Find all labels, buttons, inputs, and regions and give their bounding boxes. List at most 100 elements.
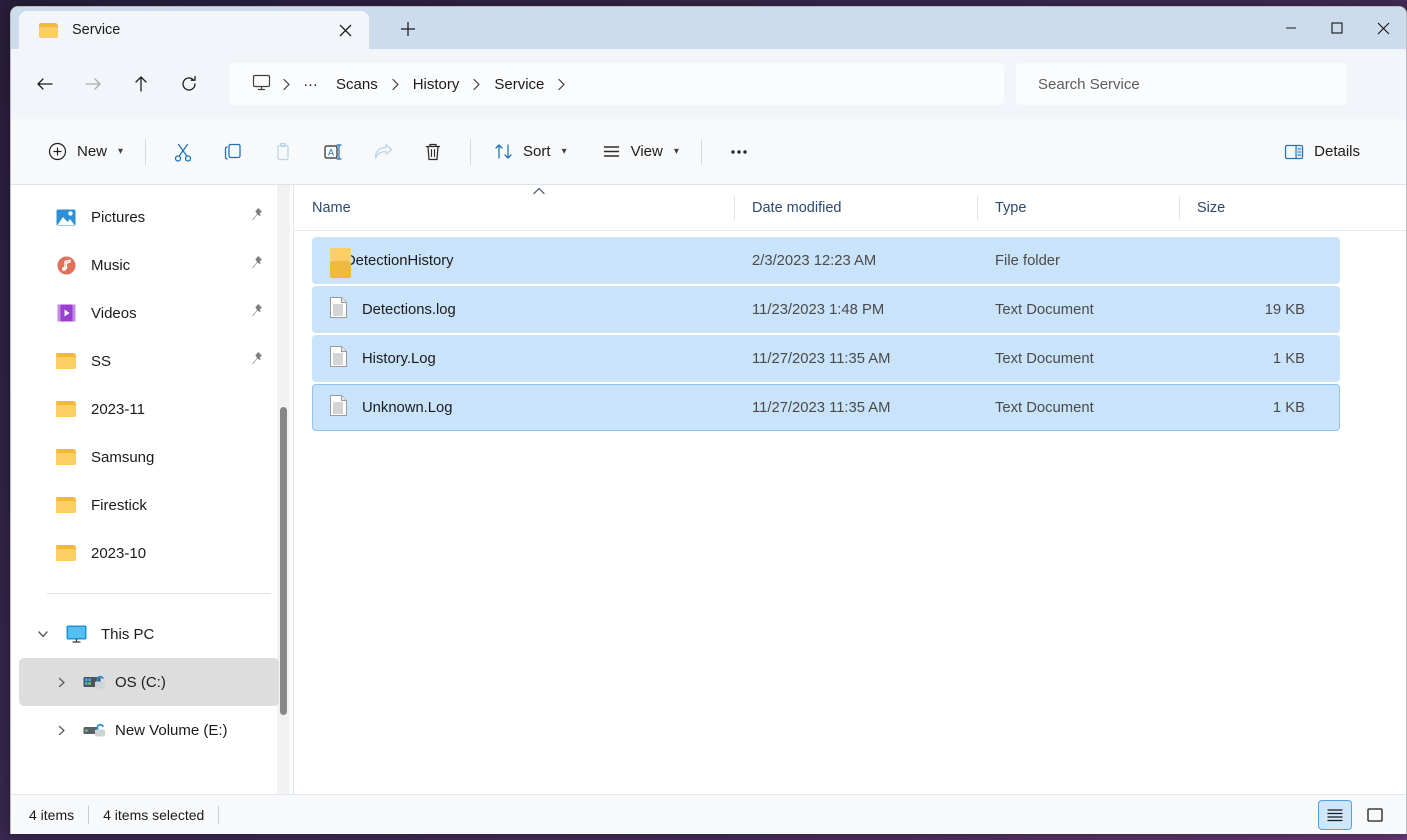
column-header-name[interactable]: Name bbox=[294, 185, 734, 231]
sidebar-item-firestick[interactable]: Firestick bbox=[19, 481, 279, 529]
forward-button[interactable] bbox=[73, 64, 113, 104]
file-type: Text Document bbox=[995, 301, 1094, 318]
pin-icon[interactable] bbox=[249, 351, 263, 371]
copy-button[interactable] bbox=[208, 132, 258, 172]
chevron-down-icon: ▾ bbox=[673, 146, 679, 157]
file-name: Detections.log bbox=[362, 301, 456, 318]
status-divider bbox=[88, 805, 90, 824]
sidebar-item-os-c[interactable]: OS (C:) bbox=[19, 658, 279, 706]
toolbar-divider bbox=[470, 138, 472, 165]
file-date-modified: 11/27/2023 11:35 AM bbox=[752, 350, 891, 367]
ellipsis-icon bbox=[731, 149, 747, 154]
up-button[interactable] bbox=[121, 64, 161, 104]
file-date-modified: 11/27/2023 11:35 AM bbox=[752, 399, 891, 416]
new-tab-button[interactable] bbox=[391, 12, 425, 46]
sidebar-scrollbar-thumb[interactable] bbox=[280, 407, 287, 715]
rename-button[interactable]: A bbox=[308, 132, 358, 172]
command-toolbar: New ▾ A Sort ▾ View ▾ Details bbox=[11, 119, 1406, 185]
tab-service[interactable]: Service bbox=[19, 11, 369, 49]
table-row[interactable]: History.Log 11/27/2023 11:35 AM Text Doc… bbox=[312, 335, 1340, 382]
folder-icon bbox=[39, 22, 58, 38]
sidebar-item-pictures[interactable]: Pictures bbox=[19, 193, 279, 241]
sidebar-item-label: Music bbox=[91, 256, 131, 274]
sort-button[interactable]: Sort ▾ bbox=[483, 132, 577, 172]
new-button[interactable]: New ▾ bbox=[37, 132, 133, 172]
sidebar-item-2023-11[interactable]: 2023-11 bbox=[19, 385, 279, 433]
table-row[interactable]: Detections.log 11/23/2023 1:48 PM Text D… bbox=[312, 286, 1340, 333]
pin-icon[interactable] bbox=[249, 207, 263, 227]
details-pane-label: Details bbox=[1314, 143, 1360, 160]
sidebar-item-label: SS bbox=[91, 352, 112, 370]
close-tab-icon[interactable] bbox=[331, 16, 359, 44]
breadcrumb-separator bbox=[468, 78, 485, 91]
breadcrumb-item-service[interactable]: Service bbox=[485, 72, 553, 97]
sidebar-item-ss[interactable]: SS bbox=[19, 337, 279, 385]
refresh-button[interactable] bbox=[169, 64, 209, 104]
breadcrumb-separator bbox=[278, 78, 295, 91]
details-pane-button[interactable]: Details bbox=[1273, 132, 1370, 172]
search-input[interactable]: Search Service bbox=[1016, 63, 1346, 105]
title-bar: Service bbox=[11, 7, 1406, 49]
column-header-type[interactable]: Type bbox=[977, 185, 1179, 231]
file-size: 19 KB bbox=[1264, 301, 1305, 318]
breadcrumb-separator[interactable] bbox=[553, 78, 570, 91]
file-date-modified: 2/3/2023 12:23 AM bbox=[752, 252, 877, 269]
paste-button[interactable] bbox=[258, 132, 308, 172]
large-icons-view-toggle[interactable] bbox=[1358, 800, 1392, 830]
table-row[interactable]: Unknown.Log 11/27/2023 11:35 AM Text Doc… bbox=[312, 384, 1340, 431]
back-button[interactable] bbox=[25, 64, 65, 104]
window-controls bbox=[1268, 7, 1406, 49]
view-button[interactable]: View ▾ bbox=[591, 132, 689, 172]
sidebar-item-videos[interactable]: Videos bbox=[19, 289, 279, 337]
chevron-down-icon: ▾ bbox=[561, 146, 567, 157]
file-type: File folder bbox=[995, 252, 1060, 269]
maximize-button[interactable] bbox=[1314, 7, 1360, 49]
see-more-button[interactable] bbox=[714, 132, 764, 172]
column-header-size[interactable]: Size bbox=[1179, 185, 1315, 231]
file-type: Text Document bbox=[995, 350, 1094, 367]
close-window-button[interactable] bbox=[1360, 7, 1406, 49]
breadcrumb: … Scans History Service bbox=[229, 63, 1004, 105]
file-size: 1 KB bbox=[1272, 399, 1305, 416]
column-headers: Name Date modified Type Size bbox=[294, 185, 1406, 231]
chevron-down-icon[interactable] bbox=[31, 628, 55, 640]
file-name: History.Log bbox=[362, 350, 436, 367]
folder-icon bbox=[55, 353, 77, 369]
videos-icon bbox=[55, 304, 77, 322]
file-size: 1 KB bbox=[1272, 350, 1305, 367]
paste-icon bbox=[277, 142, 289, 160]
status-bar: 4 items 4 items selected bbox=[11, 794, 1406, 834]
sidebar-item-label: OS (C:) bbox=[115, 673, 166, 691]
sidebar-item-samsung[interactable]: Samsung bbox=[19, 433, 279, 481]
table-row[interactable]: DetectionHistory 2/3/2023 12:23 AM File … bbox=[312, 237, 1340, 284]
chevron-right-icon[interactable] bbox=[49, 677, 73, 688]
cut-button[interactable] bbox=[158, 132, 208, 172]
pin-icon[interactable] bbox=[249, 303, 263, 323]
sidebar-item-music[interactable]: Music bbox=[19, 241, 279, 289]
chevron-right-icon[interactable] bbox=[49, 725, 73, 736]
breadcrumb-overflow-button[interactable]: … bbox=[295, 71, 327, 98]
sidebar-item-new-volume-e[interactable]: New Volume (E:) bbox=[19, 706, 279, 754]
monitor-icon[interactable] bbox=[245, 69, 278, 100]
minimize-button[interactable] bbox=[1268, 7, 1314, 49]
file-name: Unknown.Log bbox=[362, 399, 453, 416]
sidebar-item-this-pc[interactable]: This PC bbox=[19, 610, 279, 658]
chevron-down-icon: ▾ bbox=[118, 146, 124, 157]
delete-button[interactable] bbox=[408, 132, 458, 172]
details-view-toggle[interactable] bbox=[1318, 799, 1352, 830]
sort-button-label: Sort bbox=[523, 143, 551, 160]
status-divider bbox=[218, 805, 220, 824]
breadcrumb-item-history[interactable]: History bbox=[404, 72, 469, 97]
document-icon bbox=[330, 395, 347, 420]
sidebar-item-label: Samsung bbox=[91, 448, 155, 466]
breadcrumb-item-scans[interactable]: Scans bbox=[327, 72, 387, 97]
sidebar-item-label: Pictures bbox=[91, 208, 146, 226]
share-icon bbox=[374, 143, 393, 159]
file-list-pane: Name Date modified Type Size DetectionHi… bbox=[294, 185, 1406, 794]
pin-icon[interactable] bbox=[249, 255, 263, 275]
folder-icon bbox=[55, 545, 77, 561]
sidebar-item-2023-10[interactable]: 2023-10 bbox=[19, 529, 279, 577]
column-header-date-modified[interactable]: Date modified bbox=[734, 185, 977, 231]
folder-icon bbox=[55, 497, 77, 513]
share-button[interactable] bbox=[358, 132, 408, 172]
